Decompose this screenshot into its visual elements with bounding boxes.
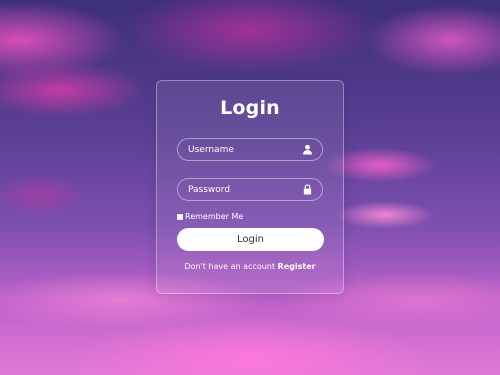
- login-title: Login: [220, 97, 280, 119]
- remember-me[interactable]: Remember Me: [177, 211, 243, 222]
- register-link[interactable]: Register: [278, 262, 316, 271]
- lock-icon: [303, 184, 312, 195]
- password-input[interactable]: [188, 179, 298, 200]
- user-icon: [303, 144, 312, 155]
- login-button[interactable]: Login: [177, 228, 324, 251]
- register-prompt: Don't have an account Register: [157, 262, 343, 271]
- remember-me-checkbox[interactable]: [177, 213, 183, 220]
- username-input[interactable]: [188, 139, 298, 160]
- username-field[interactable]: [177, 138, 323, 161]
- remember-me-label: Remember Me: [185, 212, 244, 221]
- password-field[interactable]: [177, 178, 323, 201]
- login-card: Login Remember Me Login Don't have an ac…: [156, 80, 344, 294]
- register-prompt-text: Don't have an account: [184, 262, 275, 271]
